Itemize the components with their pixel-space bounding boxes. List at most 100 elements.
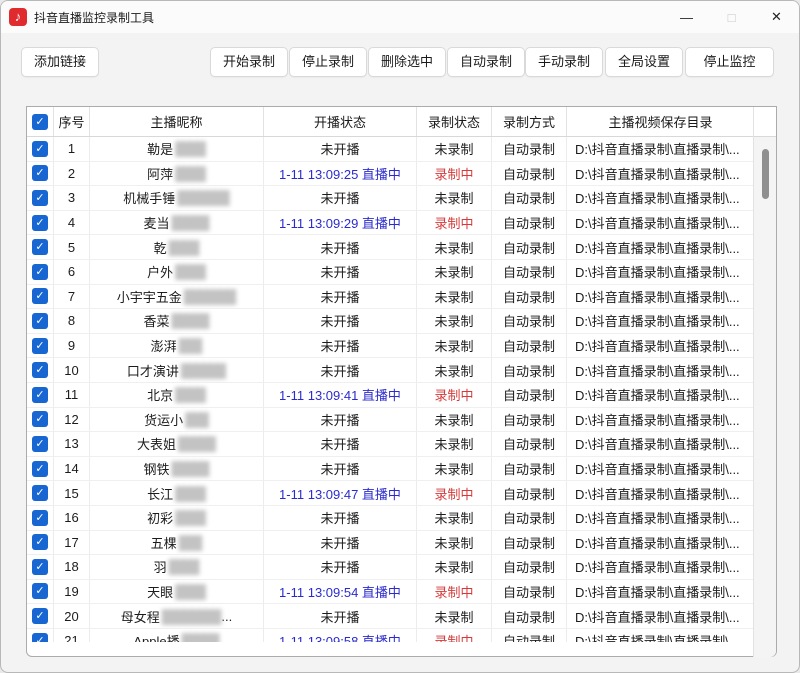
nickname-censored-blur: ████████: [162, 609, 220, 624]
row-checkbox[interactable]: ✓: [32, 559, 48, 575]
record-mode: 自动录制: [492, 506, 567, 530]
streamer-nickname: 澎湃███: [90, 334, 264, 358]
row-checkbox[interactable]: ✓: [32, 190, 48, 206]
record-mode: 自动录制: [492, 383, 567, 407]
table-row[interactable]: ✓19天眼████1-11 13:09:54 直播中录制中自动录制D:\抖音直播…: [27, 580, 754, 605]
scrollbar-thumb[interactable]: [762, 149, 769, 199]
row-checkbox[interactable]: ✓: [32, 534, 48, 550]
row-index: 10: [54, 358, 90, 382]
record-status: 未录制: [417, 506, 492, 530]
row-checkbox[interactable]: ✓: [32, 288, 48, 304]
streamer-nickname: 大表姐█████: [90, 432, 264, 456]
record-mode: 自动录制: [492, 408, 567, 432]
row-checkbox-cell: ✓: [27, 137, 54, 161]
global-settings-button[interactable]: 全局设置: [605, 47, 683, 77]
table-row[interactable]: ✓12货运小███未开播未录制自动录制D:\抖音直播录制\直播录制\...: [27, 408, 754, 433]
nickname-censored-blur: █████: [178, 436, 214, 451]
live-status: 未开播: [264, 555, 417, 579]
close-icon[interactable]: ✕: [754, 1, 799, 33]
record-status: 未录制: [417, 285, 492, 309]
row-checkbox[interactable]: ✓: [32, 165, 48, 181]
manual-record-button[interactable]: 手动录制: [525, 47, 603, 77]
row-checkbox[interactable]: ✓: [32, 411, 48, 427]
row-index: 7: [54, 285, 90, 309]
nickname-censored-blur: ███: [185, 412, 207, 427]
stop-monitor-button[interactable]: 停止监控: [685, 47, 774, 77]
record-status: 未录制: [417, 137, 492, 161]
streamer-nickname: 麦当█████: [90, 211, 264, 235]
save-directory: D:\抖音直播录制\直播录制\...: [567, 383, 754, 407]
table-row[interactable]: ✓8香菜█████未开播未录制自动录制D:\抖音直播录制\直播录制\...: [27, 309, 754, 334]
row-checkbox[interactable]: ✓: [32, 633, 48, 642]
select-all-checkbox[interactable]: ✓: [32, 114, 48, 130]
streamer-nickname: 长江████: [90, 481, 264, 505]
nickname-censored-blur: █████: [171, 461, 207, 476]
table-row[interactable]: ✓4麦当█████1-11 13:09:29 直播中录制中自动录制D:\抖音直播…: [27, 211, 754, 236]
live-status: 未开播: [264, 432, 417, 456]
live-status: 未开播: [264, 186, 417, 210]
row-checkbox[interactable]: ✓: [32, 239, 48, 255]
vertical-scrollbar[interactable]: [753, 107, 776, 657]
table-row[interactable]: ✓6户外████未开播未录制自动录制D:\抖音直播录制\直播录制\...: [27, 260, 754, 285]
row-checkbox-cell: ✓: [27, 235, 54, 259]
table-row[interactable]: ✓20母女程████████...未开播未录制自动录制D:\抖音直播录制\直播录…: [27, 604, 754, 629]
row-checkbox[interactable]: ✓: [32, 608, 48, 624]
maximize-icon[interactable]: □: [709, 1, 754, 33]
nickname-visible-text: 北京: [147, 385, 173, 404]
stop-record-button[interactable]: 停止录制: [289, 47, 367, 77]
row-checkbox[interactable]: ✓: [32, 215, 48, 231]
table-row[interactable]: ✓2阿萍████1-11 13:09:25 直播中录制中自动录制D:\抖音直播录…: [27, 162, 754, 187]
nickname-visible-text: 货运小: [144, 410, 183, 429]
table-row[interactable]: ✓11北京████1-11 13:09:41 直播中录制中自动录制D:\抖音直播…: [27, 383, 754, 408]
table-row[interactable]: ✓7小宇宇五金███████未开播未录制自动录制D:\抖音直播录制\直播录制\.…: [27, 285, 754, 310]
table-row[interactable]: ✓17五棵███未开播未录制自动录制D:\抖音直播录制\直播录制\...: [27, 531, 754, 556]
row-index: 13: [54, 432, 90, 456]
table-row[interactable]: ✓16初彩████未开播未录制自动录制D:\抖音直播录制\直播录制\...: [27, 506, 754, 531]
start-record-button[interactable]: 开始录制: [210, 47, 288, 77]
row-checkbox[interactable]: ✓: [32, 264, 48, 280]
table-row[interactable]: ✓18羽████未开播未录制自动录制D:\抖音直播录制\直播录制\...: [27, 555, 754, 580]
table-row[interactable]: ✓15长江████1-11 13:09:47 直播中录制中自动录制D:\抖音直播…: [27, 481, 754, 506]
streamer-nickname: 乾████: [90, 235, 264, 259]
row-checkbox[interactable]: ✓: [32, 436, 48, 452]
row-checkbox[interactable]: ✓: [32, 461, 48, 477]
select-all-header-cell: ✓: [27, 107, 54, 136]
row-checkbox[interactable]: ✓: [32, 387, 48, 403]
delete-selected-button[interactable]: 删除选中: [368, 47, 446, 77]
table-row[interactable]: ✓10口才演讲██████未开播未录制自动录制D:\抖音直播录制\直播录制\..…: [27, 358, 754, 383]
row-checkbox[interactable]: ✓: [32, 141, 48, 157]
row-checkbox-cell: ✓: [27, 506, 54, 530]
row-checkbox[interactable]: ✓: [32, 362, 48, 378]
nickname-visible-text: 钢铁: [143, 459, 169, 478]
minimize-icon[interactable]: —: [664, 1, 709, 33]
nickname-visible-text: 阿萍: [147, 164, 173, 183]
row-checkbox-cell: ✓: [27, 162, 54, 186]
streamer-nickname: Apple播█████: [90, 629, 264, 642]
table-row[interactable]: ✓5乾████未开播未录制自动录制D:\抖音直播录制\直播录制\...: [27, 235, 754, 260]
row-checkbox[interactable]: ✓: [32, 338, 48, 354]
nickname-censored-blur: ████: [175, 264, 204, 279]
table-row[interactable]: ✓14钢铁█████未开播未录制自动录制D:\抖音直播录制\直播录制\...: [27, 457, 754, 482]
save-directory: D:\抖音直播录制\直播录制\...: [567, 162, 754, 186]
streamer-nickname: 香菜█████: [90, 309, 264, 333]
streamer-nickname: 口才演讲██████: [90, 358, 264, 382]
add-link-button[interactable]: 添加链接: [21, 47, 99, 77]
row-checkbox[interactable]: ✓: [32, 485, 48, 501]
save-directory: D:\抖音直播录制\直播录制\...: [567, 481, 754, 505]
table-row[interactable]: ✓9澎湃███未开播未录制自动录制D:\抖音直播录制\直播录制\...: [27, 334, 754, 359]
record-mode: 自动录制: [492, 211, 567, 235]
save-directory: D:\抖音直播录制\直播录制\...: [567, 334, 754, 358]
table-row[interactable]: ✓3机械手锤███████未开播未录制自动录制D:\抖音直播录制\直播录制\..…: [27, 186, 754, 211]
live-status: 1-11 13:09:29 直播中: [264, 211, 417, 235]
row-index: 4: [54, 211, 90, 235]
streamer-nickname: 天眼████: [90, 580, 264, 604]
row-checkbox[interactable]: ✓: [32, 313, 48, 329]
table-row[interactable]: ✓21Apple播█████1-11 13:09:58 直播中录制中自动录制D:…: [27, 629, 754, 642]
streamer-nickname: 货运小███: [90, 408, 264, 432]
save-directory: D:\抖音直播录制\直播录制\...: [567, 408, 754, 432]
row-checkbox[interactable]: ✓: [32, 583, 48, 599]
table-row[interactable]: ✓13大表姐█████未开播未录制自动录制D:\抖音直播录制\直播录制\...: [27, 432, 754, 457]
table-row[interactable]: ✓1勒是████未开播未录制自动录制D:\抖音直播录制\直播录制\...: [27, 137, 754, 162]
row-checkbox[interactable]: ✓: [32, 510, 48, 526]
auto-record-button[interactable]: 自动录制: [447, 47, 525, 77]
